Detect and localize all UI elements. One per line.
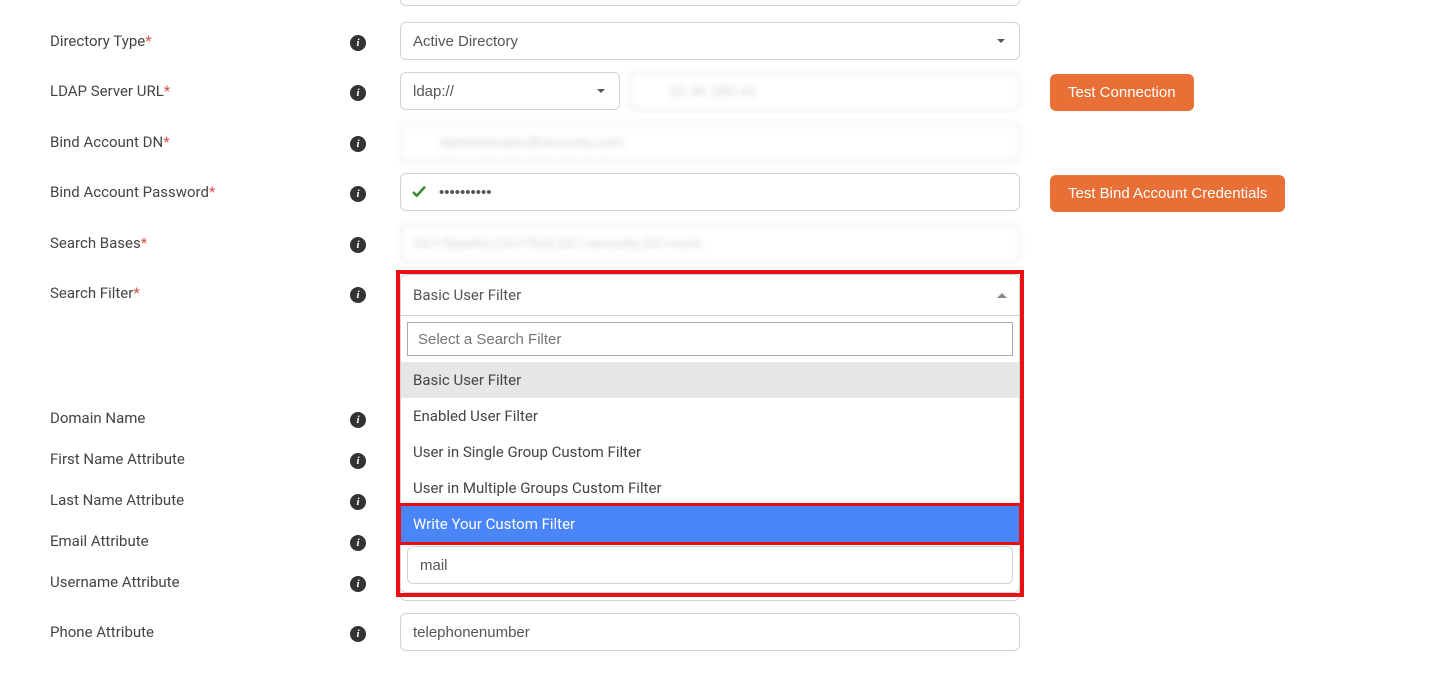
select-ldap-scheme[interactable]: ldap://: [400, 72, 620, 110]
row-directory-type: Directory Type* i Active Directory: [30, 22, 1404, 60]
test-connection-button[interactable]: Test Connection: [1050, 74, 1194, 111]
row-bind-account-dn: Bind Account DN* i: [30, 123, 1404, 161]
label-last-name-attribute: Last Name Attribute: [30, 481, 350, 509]
row-bind-account-password: Bind Account Password* i Test Bind Accou…: [30, 173, 1404, 212]
label-phone-attribute: Phone Attribute: [30, 613, 350, 641]
info-icon[interactable]: i: [350, 453, 366, 469]
dropdown-toggle[interactable]: Basic User Filter: [400, 274, 1020, 316]
dropdown-option-highlighted[interactable]: Write Your Custom Filter: [401, 506, 1019, 542]
label-username-attribute: Username Attribute: [30, 563, 350, 591]
dropdown-panel: Basic User Filter Enabled User Filter Us…: [400, 316, 1020, 593]
partial-top-input[interactable]: [400, 0, 1020, 6]
info-icon[interactable]: i: [350, 85, 366, 101]
dropdown-option[interactable]: User in Single Group Custom Filter: [401, 434, 1019, 470]
dropdown-search-input[interactable]: [407, 322, 1013, 356]
row-top-partial: [30, 0, 1404, 10]
label-search-bases: Search Bases*: [30, 224, 350, 252]
info-icon[interactable]: i: [350, 494, 366, 510]
info-icon[interactable]: i: [350, 186, 366, 202]
input-bind-password[interactable]: [400, 173, 1020, 211]
label-directory-type: Directory Type*: [30, 22, 350, 50]
dropdown-selected: Basic User Filter: [413, 286, 521, 304]
info-icon[interactable]: i: [350, 412, 366, 428]
info-icon[interactable]: i: [350, 576, 366, 592]
info-icon[interactable]: i: [350, 237, 366, 253]
dropdown-option[interactable]: Enabled User Filter: [401, 398, 1019, 434]
label-ldap-server-url: LDAP Server URL*: [30, 72, 350, 100]
row-search-bases: Search Bases* i: [30, 224, 1404, 262]
input-email-attribute[interactable]: [407, 546, 1013, 584]
label-email-attribute: Email Attribute: [30, 522, 350, 550]
input-bind-dn[interactable]: [400, 123, 1020, 161]
row-ldap-server-url: LDAP Server URL* i ldap:// Test Connecti…: [30, 72, 1404, 111]
select-directory-type[interactable]: Active Directory: [400, 22, 1020, 60]
caret-up-icon: [997, 293, 1007, 298]
info-icon[interactable]: i: [350, 535, 366, 551]
row-phone-attribute: Phone Attribute i: [30, 613, 1404, 651]
label-search-filter: Search Filter*: [30, 274, 350, 302]
label-bind-account-dn: Bind Account DN*: [30, 123, 350, 151]
input-phone-attribute[interactable]: [400, 613, 1020, 651]
info-icon[interactable]: i: [350, 35, 366, 51]
search-filter-dropdown[interactable]: Basic User Filter Basic User Filter Enab…: [400, 274, 1020, 593]
input-ldap-host[interactable]: [630, 72, 1020, 110]
dropdown-option[interactable]: Basic User Filter: [401, 362, 1019, 398]
label-first-name-attribute: First Name Attribute: [30, 440, 350, 468]
info-icon[interactable]: i: [350, 626, 366, 642]
test-bind-credentials-button[interactable]: Test Bind Account Credentials: [1050, 175, 1285, 212]
label-bind-account-password: Bind Account Password*: [30, 173, 350, 201]
check-icon: [410, 183, 428, 201]
ldap-config-form: Directory Type* i Active Directory LDAP …: [0, 0, 1434, 651]
input-search-bases[interactable]: [400, 224, 1020, 262]
label-domain-name: Domain Name: [30, 399, 350, 427]
info-icon[interactable]: i: [350, 287, 366, 303]
dropdown-option[interactable]: User in Multiple Groups Custom Filter: [401, 470, 1019, 506]
info-icon[interactable]: i: [350, 136, 366, 152]
